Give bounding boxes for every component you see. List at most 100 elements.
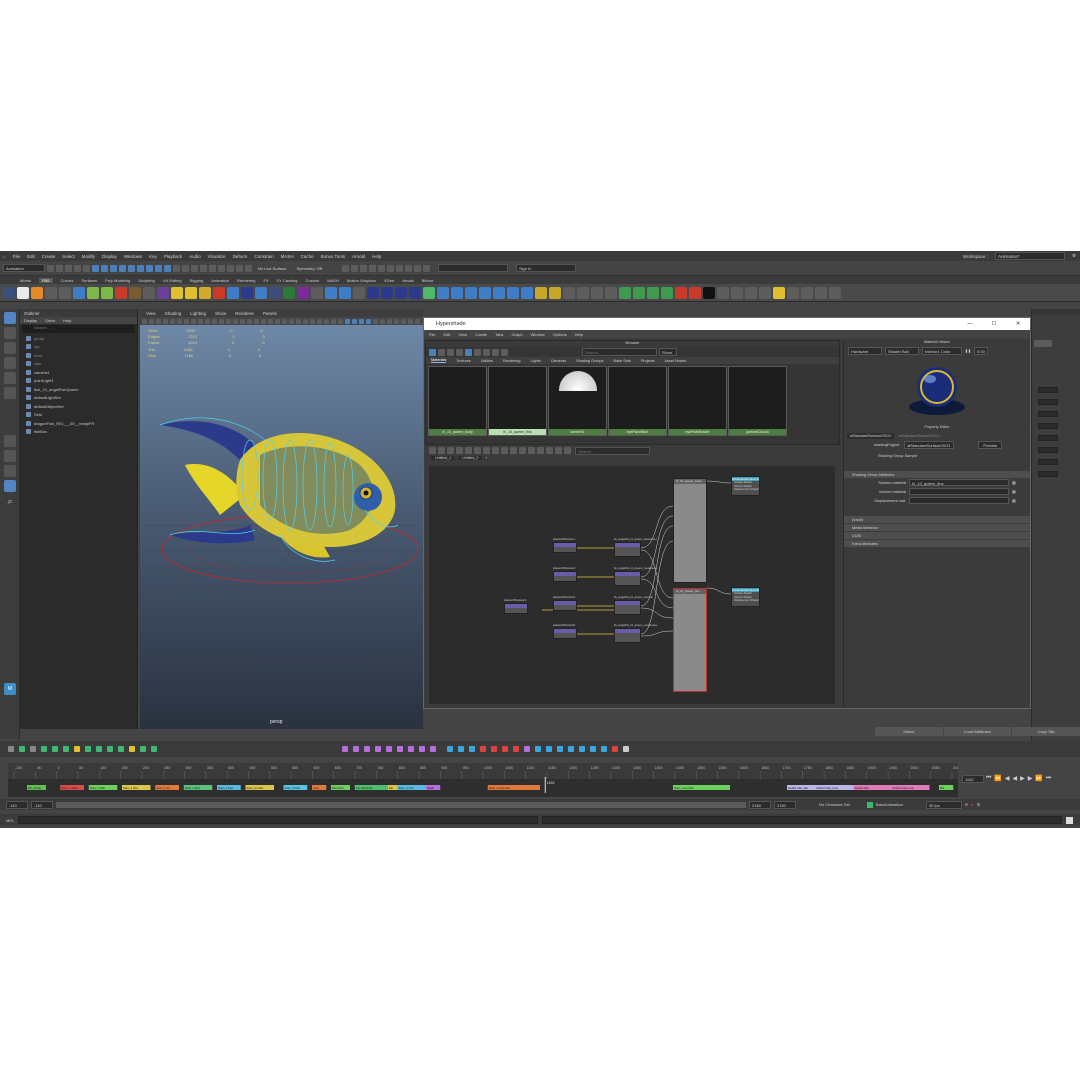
mv-exposure-field[interactable]: 0.00: [974, 346, 989, 355]
pe-section[interactable]: Extra Attributes: [844, 540, 1030, 547]
menu-help[interactable]: Help: [372, 254, 381, 259]
pe-field-value[interactable]: [909, 488, 1009, 495]
time-editor-tool-icon[interactable]: [386, 746, 392, 752]
node-place2d-3[interactable]: [504, 603, 528, 614]
time-editor-tool-icon[interactable]: [535, 746, 541, 752]
scale-tool-icon[interactable]: [4, 387, 16, 399]
time-editor-tool-icon[interactable]: [85, 746, 91, 752]
browser-sort-icon[interactable]: [474, 348, 481, 356]
shelf-tool-icon[interactable]: [773, 286, 785, 299]
shelf-tool-icon[interactable]: [31, 286, 43, 299]
viewport-toolbar-icon[interactable]: [170, 318, 175, 324]
viewport-toolbar-icon[interactable]: [198, 318, 203, 324]
node-file-roughness[interactable]: [614, 628, 641, 643]
time-editor-tool-icon[interactable]: [612, 746, 618, 752]
outliner-search-input[interactable]: Search...: [22, 325, 135, 333]
pe-tab-2[interactable]: aiStandardSurface2SG1: [896, 433, 943, 439]
browser-sort-type[interactable]: [483, 348, 490, 356]
time-editor-tool-icon[interactable]: [8, 746, 14, 752]
shelf-tool-icon[interactable]: [563, 286, 575, 299]
menu-playback[interactable]: Playback: [164, 254, 182, 259]
shelf-tab-rendering[interactable]: Rendering: [237, 278, 255, 283]
shelf-tool-icon[interactable]: [703, 286, 715, 299]
auto-key-icon[interactable]: ●: [971, 802, 973, 807]
material-swatch[interactable]: eyeFishShader: [668, 366, 727, 436]
shelf-tool-icon[interactable]: [283, 286, 295, 299]
shelf-tool-icon[interactable]: [521, 286, 533, 299]
viewport-toolbar-icon[interactable]: [310, 318, 315, 324]
command-input[interactable]: [18, 816, 539, 824]
browser-tab[interactable]: Shading Groups: [576, 359, 603, 363]
hs-menu-tabs[interactable]: Tabs: [495, 332, 503, 337]
graph-tab-add[interactable]: +: [485, 456, 487, 460]
shelf-tool-icon[interactable]: [619, 286, 631, 299]
range-start-field[interactable]: -110: [6, 800, 28, 809]
shelf-tab-poly-modeling[interactable]: Poly Modeling: [105, 278, 130, 283]
ae-slider-7[interactable]: [1038, 459, 1058, 465]
range-slider[interactable]: [56, 801, 746, 808]
shelf-tool-icon[interactable]: [101, 286, 113, 299]
gear-icon[interactable]: ⚙: [1072, 253, 1080, 259]
ae-slider-6[interactable]: [1038, 447, 1058, 453]
hs-menu-create[interactable]: Create: [475, 332, 487, 337]
menu-visualize[interactable]: Visualize: [208, 254, 226, 259]
graph-input-connections[interactable]: [429, 447, 436, 454]
hs-menu-options[interactable]: Options: [553, 332, 567, 337]
open-scene-icon[interactable]: [56, 264, 63, 272]
time-editor-tool-icon[interactable]: [579, 746, 585, 752]
browser-list-view[interactable]: [438, 348, 445, 356]
viewport-toolbar-icon[interactable]: [149, 318, 154, 324]
viewport-toolbar-icon[interactable]: [289, 318, 294, 324]
shelf-tool-icon[interactable]: [465, 286, 477, 299]
viewport-toolbar-icon[interactable]: [184, 318, 189, 324]
shelf-tool-icon[interactable]: [815, 286, 827, 299]
mask-curve-icon[interactable]: [137, 264, 144, 272]
hypershade-icon[interactable]: [377, 264, 385, 272]
outliner-menu-show[interactable]: Show: [45, 318, 55, 323]
step-back-icon[interactable]: ◀︎: [1005, 775, 1010, 782]
snap-point-icon[interactable]: [191, 264, 198, 272]
vp-menu-shading[interactable]: Shading: [165, 311, 182, 316]
viewport-toolbar-icon[interactable]: [317, 318, 322, 324]
time-editor-tool-icon[interactable]: [140, 746, 146, 752]
menu-audio[interactable]: Audio: [189, 254, 201, 259]
viewport-toolbar-icon[interactable]: [324, 318, 329, 324]
outliner-item[interactable]: top: [20, 343, 137, 352]
shelf-tab-custom[interactable]: Custom: [306, 278, 320, 283]
vp-menu-renderer[interactable]: Renderer: [235, 311, 254, 316]
material-swatch[interactable]: hl_10_queen_body: [428, 366, 487, 436]
viewport-toolbar-icon[interactable]: [212, 318, 217, 324]
mv-pause-icon[interactable]: ❚❚: [965, 349, 971, 353]
viewport-toolbar-icon[interactable]: [338, 318, 343, 324]
viewport-toolbar-icon[interactable]: [163, 318, 168, 324]
browser-tab[interactable]: Asset Nodes: [665, 359, 687, 363]
browser-tab[interactable]: Bake Sets: [614, 359, 631, 363]
arnold-render-icon[interactable]: [386, 264, 394, 272]
shelf-tool-icon[interactable]: [17, 286, 29, 299]
browser-tab[interactable]: Utilities: [481, 359, 493, 363]
viewport-toolbar-icon[interactable]: [261, 318, 266, 324]
shelf-tool-icon[interactable]: [297, 286, 309, 299]
ae-load-attributes-button[interactable]: Load Attributes: [943, 727, 1012, 736]
menu-select[interactable]: Select: [62, 254, 75, 259]
ae-focus-button[interactable]: [1034, 339, 1052, 347]
viewport-toolbar-icon[interactable]: [373, 318, 378, 324]
outliner-item[interactable]: defaultLightSet: [20, 394, 137, 403]
sg1-port-displacement[interactable]: Displacement Shader: [734, 488, 759, 492]
maximize-icon[interactable]: ☐: [982, 321, 1006, 327]
hs-menu-file[interactable]: File: [429, 332, 435, 337]
undo-icon[interactable]: [74, 264, 81, 272]
ae-select-button[interactable]: Select: [875, 727, 943, 736]
ipr-render-icon[interactable]: [359, 264, 367, 272]
time-editor-tool-icon[interactable]: [447, 746, 453, 752]
menu-file[interactable]: File: [13, 254, 20, 259]
browser-icon-view[interactable]: [429, 348, 436, 356]
magnet-icon[interactable]: [245, 264, 252, 272]
graph-swatches[interactable]: [555, 447, 562, 454]
shelf-tool-icon[interactable]: [549, 286, 561, 299]
mv-renderer-dropdown[interactable]: Hardware: [848, 346, 882, 355]
select-hierarchy-icon[interactable]: [92, 264, 99, 272]
select-tool-icon[interactable]: [4, 312, 16, 324]
shelf-tool-icon[interactable]: [395, 286, 407, 299]
browser-medium-icons[interactable]: [456, 348, 463, 356]
